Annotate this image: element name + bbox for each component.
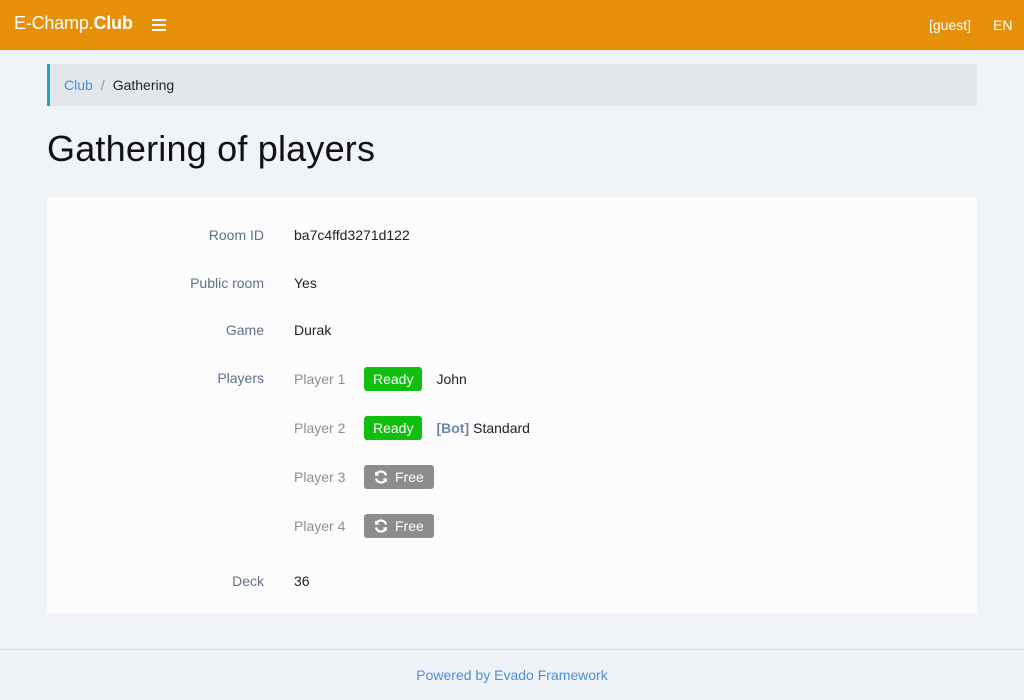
breadcrumb-separator: / bbox=[100, 77, 105, 93]
player-row: Player 3 Free bbox=[294, 465, 448, 489]
game-label: Game bbox=[225, 322, 264, 338]
page-title: Gathering of players bbox=[47, 128, 376, 169]
player-row: Player 2 Ready [Bot] Standard bbox=[294, 416, 530, 440]
game-value: Durak bbox=[294, 322, 332, 338]
user-menu-link[interactable]: [guest] bbox=[929, 17, 971, 33]
deck-label: Deck bbox=[232, 573, 264, 589]
join-free-slot-button[interactable]: Free bbox=[364, 514, 434, 538]
player-row: Player 4 Free bbox=[294, 514, 448, 538]
language-switch-link[interactable]: EN bbox=[993, 17, 1012, 33]
deck-value: 36 bbox=[294, 573, 310, 589]
player-slot-label: Player 3 bbox=[294, 469, 346, 485]
ready-badge: Ready bbox=[364, 416, 423, 440]
room-id-value: ba7c4ffd3271d122 bbox=[294, 227, 410, 243]
refresh-icon bbox=[374, 519, 388, 533]
breadcrumb-current: Gathering bbox=[112, 77, 175, 93]
public-room-label: Public room bbox=[190, 275, 264, 291]
free-badge-label: Free bbox=[395, 469, 424, 485]
page-footer: Powered by Evado Framework bbox=[0, 649, 1024, 700]
player-name: [Bot] Standard bbox=[436, 420, 529, 436]
room-details-card: Room ID ba7c4ffd3271d122 Public room Yes… bbox=[47, 197, 977, 613]
room-id-label: Room ID bbox=[208, 227, 264, 243]
join-free-slot-button[interactable]: Free bbox=[364, 465, 434, 489]
ready-badge: Ready bbox=[364, 367, 423, 391]
brand-logo-link[interactable]: E-Champ.Club bbox=[14, 13, 133, 34]
breadcrumb: Club / Gathering bbox=[47, 64, 977, 106]
player-name: John bbox=[436, 371, 467, 387]
framework-link[interactable]: Powered by Evado Framework bbox=[416, 667, 607, 683]
player-slot-label: Player 4 bbox=[294, 518, 346, 534]
players-label: Players bbox=[217, 370, 264, 386]
bot-name: Standard bbox=[473, 420, 530, 436]
brand-light-text: E-Champ. bbox=[14, 13, 94, 33]
public-room-value: Yes bbox=[294, 275, 317, 291]
player-slot-label: Player 2 bbox=[294, 420, 346, 436]
bot-tag: [Bot] bbox=[436, 420, 470, 436]
player-row: Player 1 Ready John bbox=[294, 367, 467, 391]
free-badge-label: Free bbox=[395, 518, 424, 534]
breadcrumb-club-link[interactable]: Club bbox=[64, 77, 93, 93]
hamburger-icon[interactable] bbox=[151, 17, 167, 33]
brand-bold-text: Club bbox=[93, 13, 133, 33]
refresh-icon bbox=[374, 470, 388, 484]
player-slot-label: Player 1 bbox=[294, 371, 346, 387]
top-navbar: E-Champ.Club [guest] EN bbox=[0, 0, 1024, 50]
